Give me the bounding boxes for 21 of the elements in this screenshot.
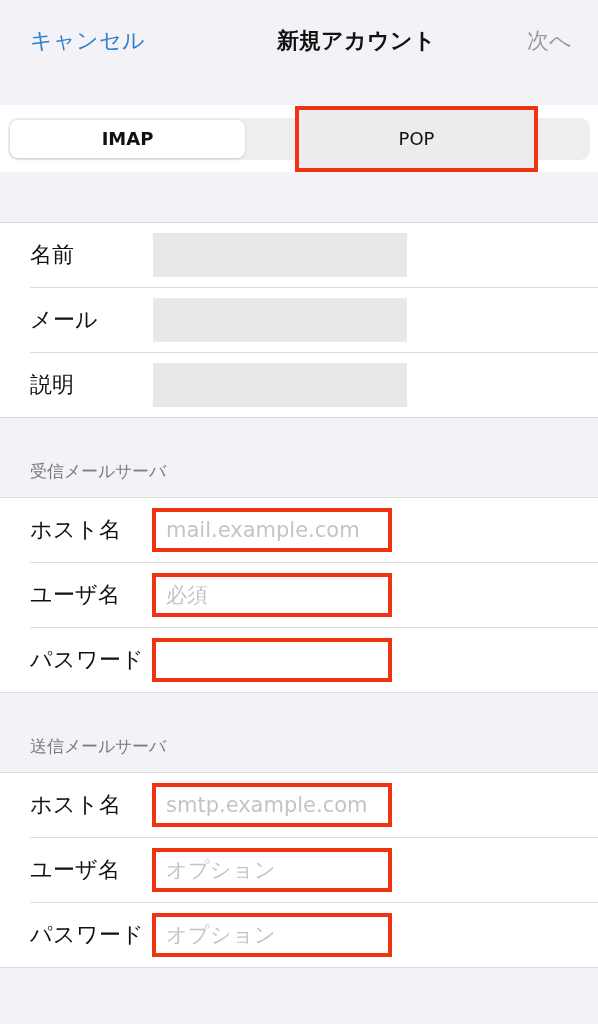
input-field[interactable]: mail.example.com [152,508,392,552]
cancel-button[interactable]: キャンセル [30,26,145,56]
input-field[interactable]: オプション [152,913,392,957]
section-header: 受信メールサーバ [30,460,166,483]
input-field[interactable]: オプション [152,848,392,892]
screen-title: 新規アカウント [276,27,436,55]
field-label: ユーザ名 [30,581,121,609]
segment-tab[interactable]: POP [295,105,538,172]
field-label: ホスト名 [30,516,122,544]
field-label: 説明 [30,371,75,399]
input-field[interactable]: 必須 [152,573,392,617]
field-label: パスワード [30,646,145,674]
input-field[interactable]: smtp.example.com [152,783,392,827]
field-label: パスワード [30,921,145,949]
field-label: ホスト名 [30,791,122,819]
input-field[interactable] [152,638,392,682]
field-label: ユーザ名 [30,856,121,884]
field-label: メール [30,306,99,334]
segment-tab[interactable]: IMAP [10,119,245,158]
section-header: 送信メールサーバ [30,735,166,758]
field-label: 名前 [30,241,75,269]
